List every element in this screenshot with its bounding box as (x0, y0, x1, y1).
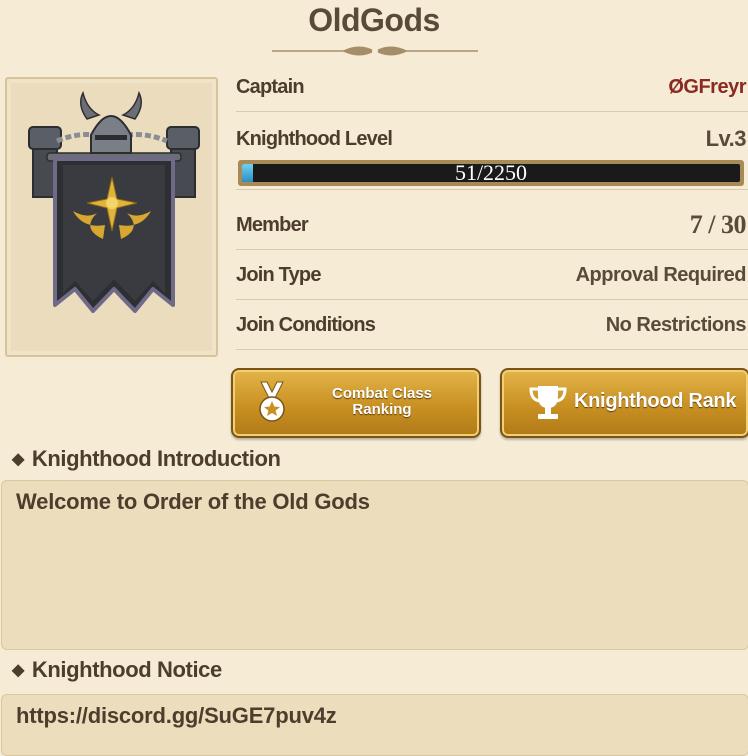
progress-text: 51/2250 (454, 160, 528, 185)
diamond-bullet-icon: ◆ (12, 451, 24, 468)
title-ornament-divider (272, 46, 478, 56)
medal-icon (259, 381, 285, 422)
member-label: Member (236, 214, 309, 236)
introduction-text: Welcome to Order of the Old Gods (16, 489, 370, 514)
notice-heading-text: Knighthood Notice (31, 657, 222, 682)
notice-heading: ◆ Knighthood Notice (12, 657, 222, 683)
introduction-text-box: Welcome to Order of the Old Gods (1, 480, 748, 650)
knighthood-emblem-card (5, 77, 218, 357)
knighthood-level-value: Lv.3 (705, 126, 747, 151)
join-type-label: Join Type (236, 264, 321, 286)
knighthood-level-label: Knighthood Level (236, 128, 393, 150)
knighthood-rank-button[interactable]: Knighthood Rank (500, 368, 748, 438)
member-row: Member 7 / 30 (236, 201, 748, 250)
knighthood-exp-progress-bar: 51/2250 (238, 160, 744, 186)
introduction-heading: ◆ Knighthood Introduction (12, 446, 281, 472)
trophy-icon (529, 386, 567, 419)
combat-label-line1: Combat Class (331, 385, 433, 402)
combat-class-ranking-label: Combat Class Ranking (293, 386, 471, 418)
knighthood-banner-emblem-icon (28, 90, 200, 313)
join-conditions-row: Join Conditions No Restrictions (236, 301, 748, 350)
member-count: 7 / 30 (689, 210, 747, 239)
join-type-value: Approval Required (575, 264, 747, 286)
captain-name[interactable]: ØGFreyr (668, 63, 746, 111)
diamond-bullet-icon: ◆ (12, 662, 24, 679)
introduction-heading-text: Knighthood Introduction (31, 446, 281, 471)
join-conditions-value: No Restrictions (605, 314, 747, 336)
join-type-row: Join Type Approval Required (236, 251, 748, 300)
knighthood-name-title: OldGods (308, 2, 440, 38)
combat-label-line2: Ranking (352, 401, 412, 418)
combat-class-ranking-button[interactable]: Combat Class Ranking (231, 368, 481, 438)
notice-text-box: https://discord.gg/SuGE7puv4z (1, 694, 748, 756)
captain-label: Captain (236, 76, 305, 98)
notice-link-text[interactable]: https://discord.gg/SuGE7puv4z (16, 703, 337, 729)
knighthood-rank-label: Knighthood Rank (574, 390, 737, 412)
captain-row: Captain ØGFreyr (236, 63, 748, 112)
join-conditions-label: Join Conditions (236, 314, 376, 336)
